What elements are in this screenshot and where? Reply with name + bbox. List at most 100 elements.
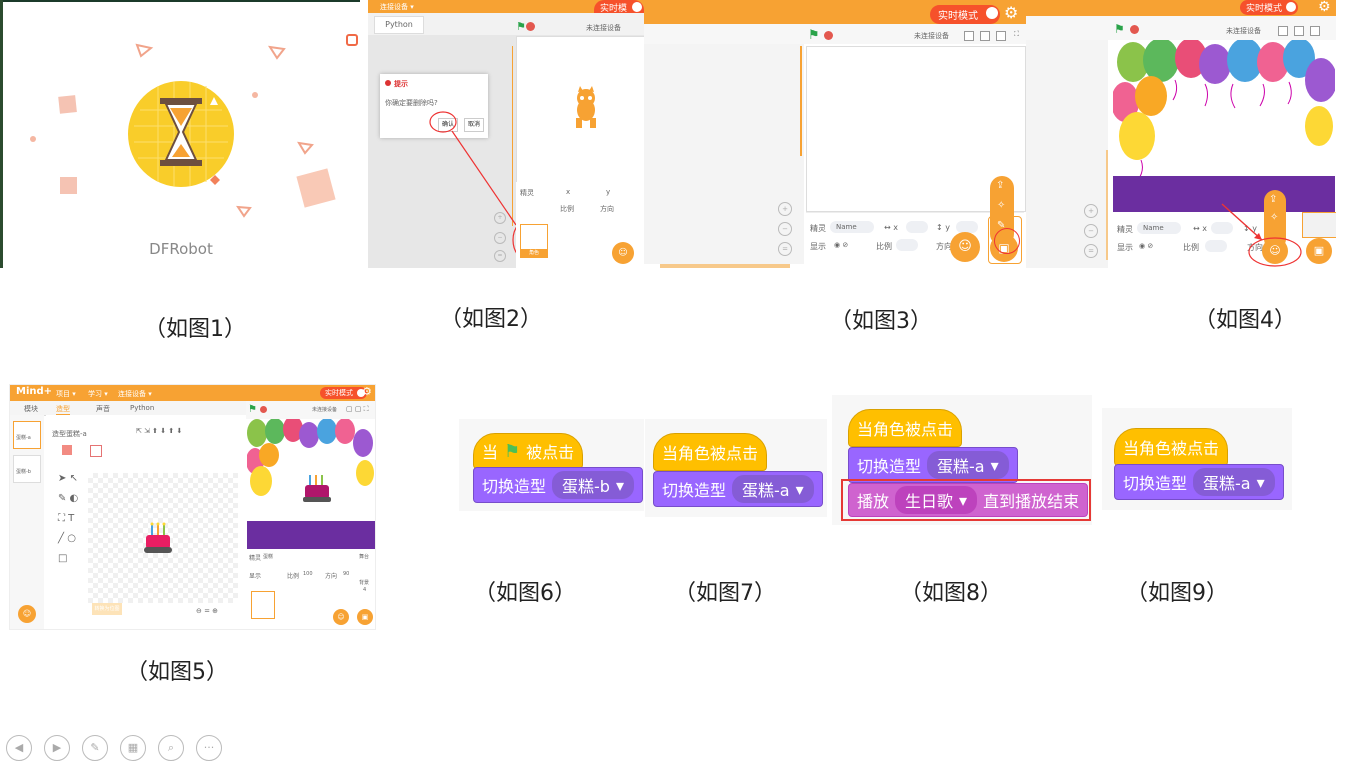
gear-icon[interactable]: ⚙ [1004, 3, 1018, 22]
zoom-reset-icon[interactable]: = [494, 250, 506, 262]
switch-costume-block[interactable]: 切换造型 蛋糕-b ▾ [473, 467, 643, 503]
realtime-toggle[interactable]: 实时模式 [320, 387, 367, 399]
fill-tool-icon[interactable]: ⛶ T [58, 513, 74, 524]
fullscreen-icon[interactable]: ⛶ [1014, 30, 1019, 39]
caption-fig3: （如图3） [830, 309, 932, 334]
zoom-out-icon[interactable]: − [778, 222, 792, 236]
zoom-icon[interactable]: ⌕ [158, 735, 184, 761]
costume-dropdown[interactable]: 蛋糕-b ▾ [552, 471, 634, 499]
grid-icon[interactable]: ▦ [120, 735, 146, 761]
add-sprite-button[interactable]: ☺ [333, 609, 349, 625]
play-label: 播放 [857, 492, 890, 511]
stop-icon[interactable] [260, 406, 267, 413]
costume-dropdown[interactable]: 蛋糕-a ▾ [732, 475, 814, 503]
add-sprite-button[interactable]: ☺ [612, 242, 634, 264]
costume-item-2[interactable]: 蛋糕-b [13, 455, 41, 483]
sprite-thumbnail[interactable]: 角色 [520, 224, 548, 258]
stage-toolbar: ⚑ 未连接设备 ▢ ▢ ⛶ [246, 401, 375, 419]
zoom-controls[interactable]: ⊖ = ⊕ [196, 607, 218, 615]
add-sprite-button[interactable]: ☺ [950, 232, 980, 262]
previous-icon[interactable]: ◀ [6, 735, 32, 761]
menu-learn[interactable]: 学习 ▾ [88, 389, 108, 399]
tab-costumes[interactable]: 造型 [56, 404, 70, 415]
outline-color-swatch[interactable] [90, 445, 102, 457]
sprite-name-input[interactable]: Name [830, 221, 874, 233]
zoom-in-icon[interactable]: + [1084, 204, 1098, 218]
fig8-code-area: 当角色被点击 切换造型 蛋糕-a ▾ 播放 生日歌 ▾ 直到播放结束 [832, 395, 1092, 525]
horizontal-scrollbar[interactable] [660, 264, 790, 268]
menu-connect[interactable]: 连接设备 ▾ [118, 389, 152, 399]
brush-tool-icon[interactable]: ✎ ◐ [58, 493, 78, 504]
sound-dropdown[interactable]: 生日歌 ▾ [895, 486, 978, 514]
green-flag-icon[interactable]: ⚑ [808, 28, 820, 43]
costume-dropdown[interactable]: 蛋糕-a ▾ [1193, 468, 1275, 496]
gear-icon[interactable]: ⚙ [362, 385, 372, 398]
scale-input[interactable] [896, 239, 918, 251]
next-icon[interactable]: ▶ [44, 735, 70, 761]
caption-fig7: （如图7） [674, 581, 776, 606]
layout-icon[interactable] [964, 31, 974, 41]
surprise-icon[interactable]: ✧ [997, 200, 1005, 211]
costume-item-1[interactable]: 蛋糕-a [13, 421, 41, 449]
sound-value: 生日歌 [905, 492, 954, 511]
when-sprite-clicked-block[interactable]: 当角色被点击 [1114, 428, 1229, 466]
add-costume-button[interactable]: ☺ [18, 605, 36, 623]
green-flag-icon[interactable]: ⚑ [248, 404, 257, 415]
chevron-down-icon: ▾ [1256, 472, 1265, 492]
zoom-out-icon[interactable]: − [1084, 224, 1098, 238]
more-icon[interactable]: ··· [196, 735, 222, 761]
stop-icon[interactable] [824, 31, 833, 40]
pen-icon[interactable]: ✎ [82, 735, 108, 761]
direction-label: 方向 [600, 205, 614, 213]
sprite-label: 精灵 [810, 224, 826, 233]
toolbar-icons[interactable]: ⇱ ⇲ ⬆ ⬇ ⬆ ⬇ [136, 427, 182, 435]
zoom-in-icon[interactable]: + [494, 212, 506, 224]
switch-costume-block[interactable]: 切换造型 蛋糕-a ▾ [1114, 464, 1284, 500]
select-tool-icon[interactable]: ➤ ↖ [58, 473, 78, 484]
costume-value: 蛋糕-a [1203, 474, 1251, 493]
zoom-in-icon[interactable]: + [778, 202, 792, 216]
scale-label: 比例 [876, 242, 892, 251]
sprite-thumb-label: 角色 [521, 249, 547, 257]
small-stage-icon[interactable] [980, 31, 990, 41]
menu-project[interactable]: 项目 ▾ [56, 389, 76, 399]
when-sprite-clicked-block[interactable]: 当角色被点击 [653, 433, 768, 471]
switch-costume-block[interactable]: 切换造型 蛋糕-a ▾ [848, 447, 1018, 483]
when-flag-clicked-block[interactable]: 当 ⚑ 被点击 [473, 433, 584, 469]
costume-name-input[interactable]: 蛋糕-a [66, 429, 87, 439]
when-sprite-clicked-block[interactable]: 当角色被点击 [848, 409, 963, 447]
direction-input[interactable]: 90 [343, 571, 349, 577]
add-backdrop-button[interactable]: ▣ [357, 609, 373, 625]
x-input[interactable] [906, 221, 928, 233]
stage-size-icons[interactable]: ▢ ▢ ⛶ [346, 405, 369, 414]
chevron-down-icon: ▾ [990, 455, 999, 475]
realtime-toggle[interactable]: 实时模式 [930, 5, 1000, 24]
zoom-reset-icon[interactable]: = [1084, 244, 1098, 258]
play-sound-until-done-block[interactable]: 播放 生日歌 ▾ 直到播放结束 [848, 483, 1089, 517]
eye-icon[interactable]: ◉ ⊘ [834, 241, 848, 249]
switch-costume-label: 切换造型 [857, 457, 922, 476]
large-stage-icon[interactable] [996, 31, 1006, 41]
costume-dropdown[interactable]: 蛋糕-a ▾ [927, 451, 1009, 479]
show-label: 显示 [249, 573, 262, 580]
tab-python[interactable]: Python [130, 404, 154, 412]
fill-color-swatch[interactable] [62, 445, 72, 455]
tab-blocks[interactable]: 模块 [24, 404, 38, 414]
switch-costume-block[interactable]: 切换造型 蛋糕-a ▾ [653, 471, 823, 507]
upload-icon[interactable]: ⇪ [996, 180, 1004, 191]
zoom-out-icon[interactable]: − [494, 232, 506, 244]
costume-name-label: 造型 [52, 430, 66, 438]
tab-sounds[interactable]: 声音 [96, 404, 110, 414]
scrollbar[interactable] [800, 46, 802, 156]
rect-tool-icon[interactable]: □ [58, 553, 67, 564]
sprite-name-label: 精灵 [520, 189, 534, 197]
convert-label: 转换为位图 [94, 606, 120, 612]
line-tool-icon[interactable]: ╱ ○ [58, 533, 76, 544]
zoom-reset-icon[interactable]: = [778, 242, 792, 256]
sprite-name-input[interactable]: 蛋糕 [263, 553, 273, 560]
sprite-thumbnail[interactable] [251, 591, 275, 619]
scale-input[interactable]: 100 [303, 571, 313, 577]
sprite-label: 精灵 [249, 555, 262, 562]
convert-bitmap-button[interactable]: 转换为位图 [92, 603, 122, 615]
caption-fig9: （如图9） [1126, 581, 1228, 606]
